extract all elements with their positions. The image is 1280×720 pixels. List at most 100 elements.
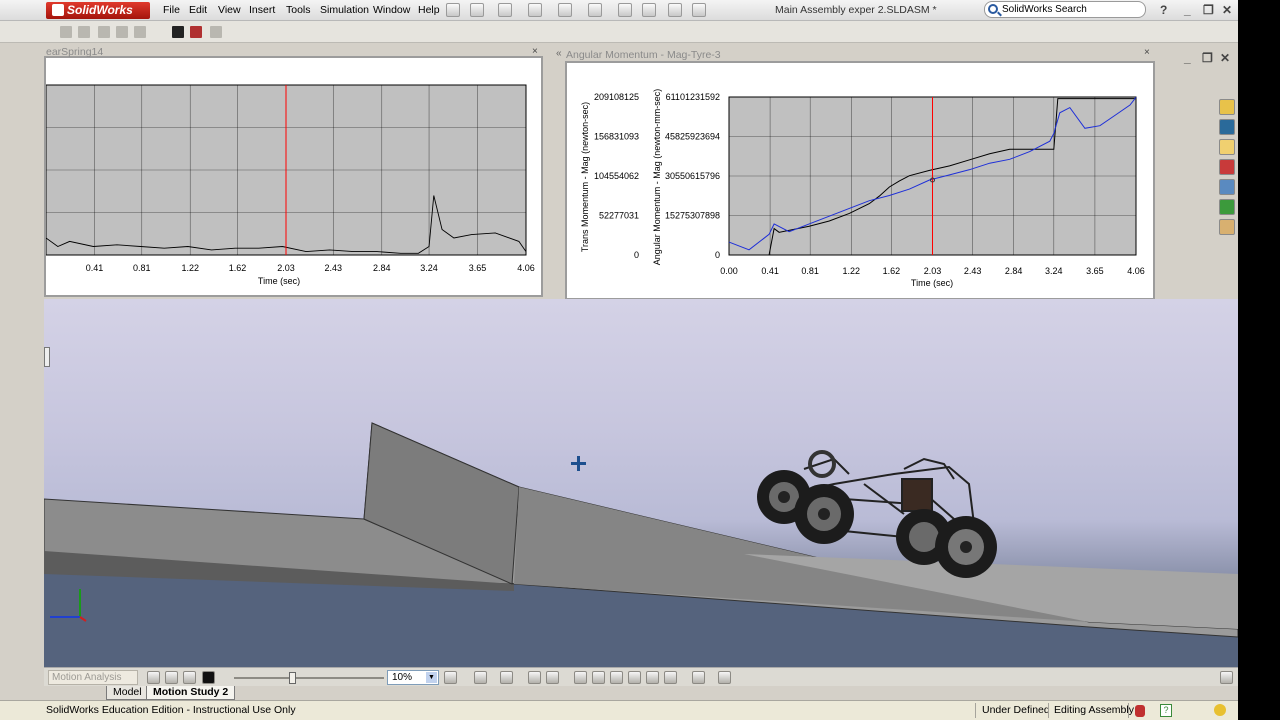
pin-icon[interactable] [446, 3, 460, 17]
tab-model[interactable]: Model [106, 686, 149, 700]
save-animation-icon[interactable] [474, 671, 487, 684]
menu-help[interactable]: Help [418, 4, 440, 16]
doc-close-button[interactable]: ✕ [1220, 51, 1230, 65]
design-library-icon[interactable] [1219, 119, 1235, 135]
menu-edit[interactable]: Edit [189, 4, 207, 16]
animation-wizard-icon[interactable] [500, 671, 513, 684]
plot-left-xtick-label: 3.24 [420, 263, 438, 273]
search-box[interactable]: SolidWorks Search [984, 1, 1146, 18]
stop-icon[interactable] [78, 26, 90, 38]
plot-right-y1tick-label: 52277031 [599, 211, 639, 221]
undo-icon[interactable] [588, 3, 602, 17]
playback-slider-thumb[interactable] [289, 672, 296, 684]
menu-file[interactable]: File [163, 4, 180, 16]
plot-right-y1-ticks: 209108125 156831093 104554062 52277031 0 [594, 92, 639, 260]
playback-speed-select[interactable]: 10% ▼ [387, 670, 439, 685]
calculate-icon[interactable] [147, 671, 160, 684]
definition-status: Under Defined [982, 704, 1050, 716]
results-plots-icon[interactable] [692, 671, 705, 684]
plot-right[interactable]: 209108125 156831093 104554062 52277031 0 611… [565, 61, 1155, 300]
select-icon[interactable] [642, 3, 656, 17]
status-separator [1048, 703, 1049, 718]
menu-tools[interactable]: Tools [286, 4, 311, 16]
record-icon[interactable] [190, 26, 202, 38]
file-explorer-icon[interactable] [1219, 139, 1235, 155]
camera-icon[interactable] [172, 26, 184, 38]
view-palette-icon[interactable] [1219, 179, 1235, 195]
open-icon[interactable] [498, 3, 512, 17]
plot-splitter-icon[interactable]: « [556, 48, 562, 59]
damper-icon[interactable] [610, 671, 623, 684]
plot-left-close-icon[interactable]: × [532, 46, 538, 57]
plot-right-xtick-label: 2.03 [924, 266, 942, 276]
save-icon[interactable] [528, 3, 542, 17]
plot-right-xtick-label: 0.41 [761, 266, 779, 276]
step-icon[interactable] [116, 26, 128, 38]
playback-mode-icon[interactable] [444, 671, 457, 684]
plot-left-xtick-label: 2.43 [325, 263, 343, 273]
rebuild-icon[interactable] [618, 3, 632, 17]
add-key-icon[interactable] [546, 671, 559, 684]
plot-right-y2tick-label: 61101231592 [666, 92, 720, 102]
collapse-manager-icon[interactable] [1220, 671, 1233, 684]
motor-icon[interactable] [574, 671, 587, 684]
plot-right-close-icon[interactable]: × [1144, 47, 1150, 58]
resources-icon[interactable] [1219, 99, 1235, 115]
print-icon[interactable] [558, 3, 572, 17]
chevron-down-icon: ▼ [426, 672, 437, 683]
solidworks-logo[interactable]: SolidWorks [46, 2, 150, 19]
minimize-button[interactable]: _ [1184, 3, 1191, 17]
autokey-icon[interactable] [528, 671, 541, 684]
menu-window[interactable]: Window [373, 4, 410, 16]
spring-icon[interactable] [592, 671, 605, 684]
motion-study-properties-icon[interactable] [718, 671, 731, 684]
settings-icon[interactable] [210, 26, 222, 38]
restore-button[interactable]: ❐ [1203, 3, 1214, 17]
file-properties-icon[interactable] [692, 3, 706, 17]
play-icon[interactable] [183, 671, 196, 684]
plot-right-xtick-label: 0.00 [720, 266, 738, 276]
plot-right-y2-ticks: 61101231592 45825923694 30550615796 1527530… [665, 92, 720, 260]
plot-right-y1tick-label: 156831093 [594, 132, 639, 142]
plot-right-xtick-label: 1.62 [883, 266, 901, 276]
graphics-viewport[interactable] [44, 299, 1238, 667]
stop-icon[interactable] [202, 671, 215, 684]
doc-minimize-button[interactable]: _ [1184, 51, 1191, 65]
menu-view[interactable]: View [218, 4, 241, 16]
plot-right-y1tick-label: 209108125 [594, 92, 639, 102]
doc-restore-button[interactable]: ❐ [1202, 51, 1213, 65]
tab-motion-study-2[interactable]: Motion Study 2 [146, 686, 236, 700]
gravity-icon[interactable] [664, 671, 677, 684]
move-cursor-icon [571, 456, 586, 471]
menu-insert[interactable]: Insert [249, 4, 275, 16]
help-icon[interactable]: ? [1160, 3, 1167, 17]
panel-expander-handle[interactable] [44, 347, 50, 367]
loop-icon[interactable] [134, 26, 146, 38]
plot-right-title: Angular Momentum - Mag-Tyre-3 [566, 49, 721, 61]
playback-speed-slider[interactable] [234, 677, 384, 679]
plot-left-xticks: 0.41 0.81 1.22 1.62 2.03 2.43 2.84 3.24 3.65 4.06 [86, 263, 535, 273]
plot-left[interactable]: earSpring14 0.41 0.81 1.22 1.62 2.03 2.43 2.84… [44, 46, 543, 297]
study-type-select[interactable]: Motion Analysis [48, 670, 138, 685]
menu-simulation[interactable]: Simulation [320, 4, 369, 16]
notification-icon[interactable] [1214, 704, 1226, 716]
plot-right-xtick-label: 0.81 [801, 266, 819, 276]
plot-right-xtick-label: 3.24 [1045, 266, 1063, 276]
appearances-icon[interactable] [1219, 199, 1235, 215]
rebuild-status-icon[interactable] [1135, 705, 1145, 717]
rewind-icon[interactable] [98, 26, 110, 38]
close-button[interactable]: ✕ [1222, 3, 1232, 17]
document-title: Main Assembly exper 2.SLDASM * [775, 4, 937, 16]
play-icon[interactable] [60, 26, 72, 38]
contact-icon[interactable] [646, 671, 659, 684]
plot-left-xtick-label: 2.03 [277, 263, 295, 273]
options-icon[interactable] [668, 3, 682, 17]
search-results-icon[interactable] [1219, 159, 1235, 175]
custom-properties-icon[interactable] [1219, 219, 1235, 235]
force-icon[interactable] [628, 671, 641, 684]
plot-right-xtick-label: 2.43 [964, 266, 982, 276]
help-icon[interactable]: ? [1160, 704, 1172, 717]
play-from-start-icon[interactable] [165, 671, 178, 684]
new-document-icon[interactable] [470, 3, 484, 17]
plot-right-y1label: Trans Momentum - Mag (newton-sec) [580, 102, 590, 252]
